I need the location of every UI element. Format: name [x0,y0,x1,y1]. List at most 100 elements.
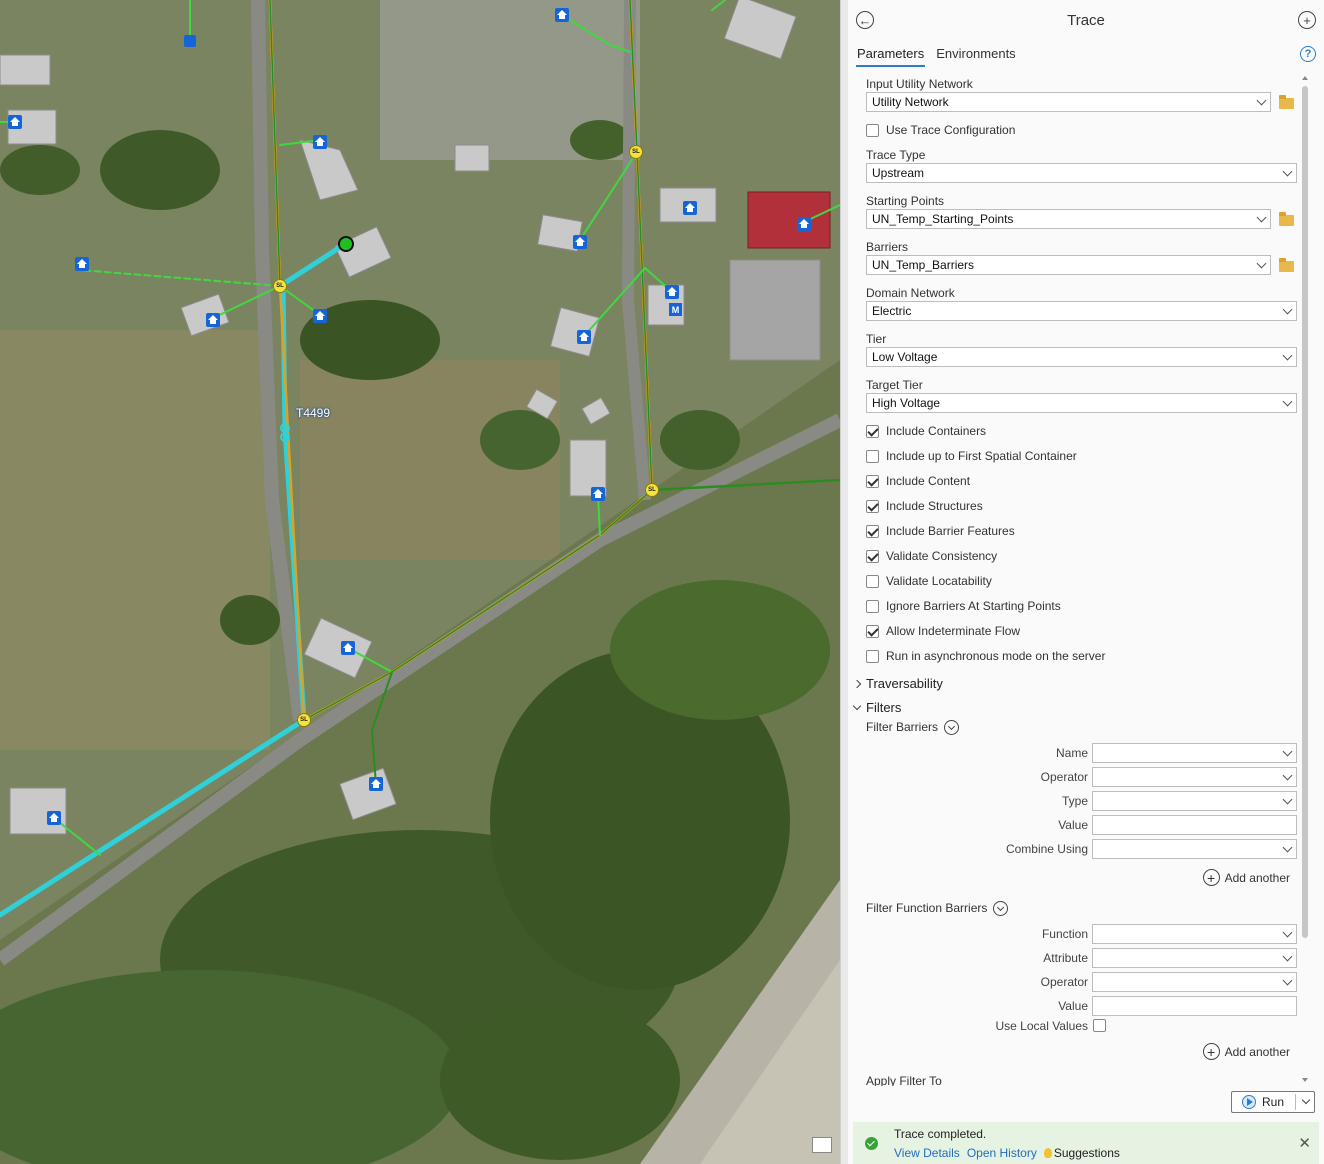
filter-value-input[interactable] [1092,815,1297,835]
barriers-select[interactable]: UN_Temp_Barriers [866,255,1271,275]
close-icon[interactable]: ✕ [1298,1134,1311,1152]
ignore-barriers-checkbox[interactable] [866,599,879,613]
chevron-right-icon [852,679,862,688]
domain-network-select[interactable]: Electric [866,301,1297,321]
folder-icon[interactable] [1279,95,1294,109]
scroll-down-icon[interactable] [1302,1078,1308,1082]
run-separator [1295,1094,1296,1110]
parameters-panel: Input Utility Network Utility Network Us… [848,70,1324,1086]
checkbox-label: Include Content [886,474,971,488]
geoprocessing-pane: ← Trace + Parameters Environments ? Inpu… [848,0,1324,1164]
filter-operator-select[interactable] [1092,767,1297,787]
select-value: UN_Temp_Starting_Points [872,212,1014,226]
trace-type-select[interactable]: Upstream [866,163,1297,183]
chevron-down-icon[interactable] [993,901,1009,917]
open-history-link[interactable]: Open History [967,1146,1037,1160]
include-structures-row[interactable]: Include Structures [866,499,983,513]
checkbox-label: Run in asynchronous mode on the server [886,649,1106,663]
filters-section[interactable]: Filters [852,700,901,715]
chevron-down-icon[interactable] [944,720,960,736]
checkbox-label: Allow Indeterminate Flow [886,624,1021,638]
run-button[interactable]: Run [1231,1091,1315,1113]
use-local-values-checkbox[interactable] [1093,1019,1106,1032]
include-content-row[interactable]: Include Content [866,474,970,488]
view-details-link[interactable]: View Details [894,1146,960,1160]
tab-parameters[interactable]: Parameters [856,45,926,67]
chevron-down-icon[interactable] [1301,1095,1311,1105]
ignore-barriers-row[interactable]: Ignore Barriers At Starting Points [866,599,1061,613]
tier-label: Tier [866,332,887,346]
filter-combine-select[interactable] [1092,839,1297,859]
include-barrier-features-checkbox[interactable] [866,524,879,538]
map-view[interactable]: SL SL SL SL M T4499 [0,0,840,1164]
tier-select[interactable]: Low Voltage [866,347,1297,367]
include-structures-checkbox[interactable] [866,499,879,513]
function-select[interactable] [1092,924,1297,944]
filter-barriers-label: Filter Barriers [866,720,939,734]
tab-environments[interactable]: Environments [935,45,1016,67]
add-another-label: Add another [1224,870,1290,885]
validate-consistency-row[interactable]: Validate Consistency [866,549,997,563]
select-value: Upstream [872,166,925,180]
starting-points-select[interactable]: UN_Temp_Starting_Points [866,209,1271,229]
function-value-label: Value [1058,999,1088,1013]
filter-function-barriers-header[interactable]: Filter Function Barriers [866,901,1009,917]
scroll-thumb[interactable] [1302,86,1308,938]
attribute-label: Attribute [1043,951,1088,965]
filter-barriers-header[interactable]: Filter Barriers [866,720,960,736]
trace-type-label: Trace Type [866,148,926,162]
input-utility-network-label: Input Utility Network [866,77,973,91]
add-icon[interactable]: + [1298,11,1316,29]
include-containers-row[interactable]: Include Containers [866,424,986,438]
checkbox-label: Include Structures [886,499,983,513]
include-first-spatial-container-row[interactable]: Include up to First Spatial Container [866,449,1077,463]
checkbox-label: Validate Locatability [886,574,992,588]
add-another-function-button[interactable]: + Add another [1202,1043,1290,1060]
help-icon[interactable]: ? [1300,46,1316,62]
input-utility-network-select[interactable]: Utility Network [866,92,1271,112]
target-tier-select[interactable]: High Voltage [866,393,1297,413]
function-value-input[interactable] [1092,996,1297,1016]
filter-type-select[interactable] [1092,791,1297,811]
traversability-section[interactable]: Traversability [852,676,943,691]
include-content-checkbox[interactable] [866,474,879,488]
select-value: Utility Network [872,95,949,109]
streetlight-marker[interactable]: SL [629,145,643,159]
async-mode-row[interactable]: Run in asynchronous mode on the server [866,649,1105,663]
filter-combine-label: Combine Using [1005,842,1088,856]
add-another-button[interactable]: + Add another [1202,869,1290,886]
validate-locatability-row[interactable]: Validate Locatability [866,574,992,588]
async-mode-checkbox[interactable] [866,649,879,663]
domain-network-label: Domain Network [866,286,955,300]
filter-function-barriers-label: Filter Function Barriers [866,901,988,915]
include-first-spatial-container-checkbox[interactable] [866,449,879,463]
suggestions-link[interactable]: Suggestions [1043,1146,1120,1160]
scroll-up-icon[interactable] [1302,76,1308,80]
use-trace-configuration-row[interactable]: Use Trace Configuration [866,123,1015,137]
map-canvas[interactable] [0,0,840,1164]
add-another-label: Add another [1224,1044,1290,1059]
folder-icon[interactable] [1279,212,1294,226]
starting-points-label: Starting Points [866,194,945,208]
include-barrier-features-row[interactable]: Include Barrier Features [866,524,1015,538]
allow-indeterminate-flow-row[interactable]: Allow Indeterminate Flow [866,624,1020,638]
streetlight-marker[interactable]: SL [645,483,659,497]
folder-icon[interactable] [1279,258,1294,272]
map-basemap-button[interactable] [812,1137,832,1153]
allow-indeterminate-flow-checkbox[interactable] [866,624,879,638]
suggestions-label: Suggestions [1053,1146,1120,1160]
use-trace-configuration-checkbox[interactable] [866,123,879,137]
status-links: View Details Open History Suggestions [894,1146,1120,1160]
filter-name-select[interactable] [1092,743,1297,763]
validate-locatability-checkbox[interactable] [866,574,879,588]
streetlight-marker[interactable]: SL [273,279,287,293]
streetlight-marker[interactable]: SL [297,713,311,727]
function-operator-select[interactable] [1092,972,1297,992]
filter-type-label: Type [1061,794,1088,808]
attribute-select[interactable] [1092,948,1297,968]
meter-marker[interactable]: M [669,303,682,316]
include-containers-checkbox[interactable] [866,424,879,438]
validate-consistency-checkbox[interactable] [866,549,879,563]
filter-name-label: Name [1055,746,1088,760]
vertical-scrollbar[interactable] [1300,72,1310,1084]
